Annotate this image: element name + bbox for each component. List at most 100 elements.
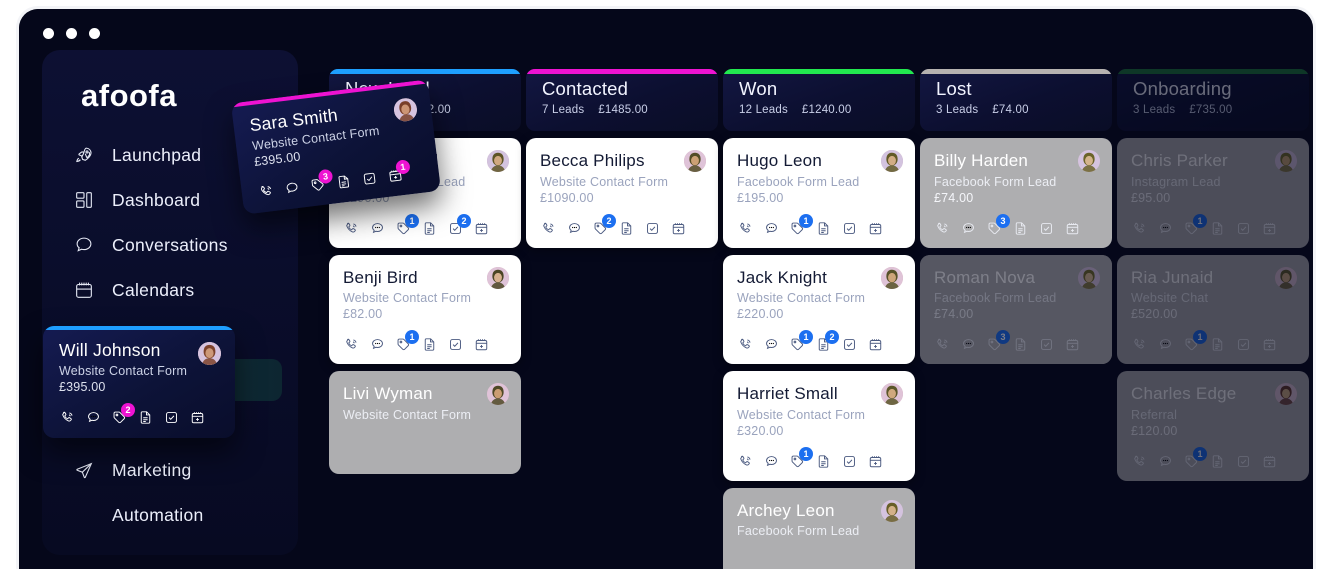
chat-icon[interactable]: [566, 220, 583, 237]
tag-icon[interactable]: 1: [789, 330, 813, 353]
tag-icon[interactable]: 1: [1183, 446, 1207, 470]
phone-icon[interactable]: [1131, 336, 1148, 353]
task-check-icon[interactable]: [841, 336, 858, 353]
calendar-plus-icon[interactable]: [867, 220, 884, 237]
opportunity-card[interactable]: Roman Nova Facebook Form Lead £74.00 3: [920, 254, 1112, 365]
opportunity-card[interactable]: Ria Junaid Website Chat £520.00 1: [1117, 254, 1309, 365]
chat-icon[interactable]: [763, 336, 780, 353]
chat-icon[interactable]: [85, 409, 102, 426]
opportunity-card[interactable]: Archey Leon Facebook Form Lead: [723, 487, 915, 569]
chat-icon[interactable]: [763, 453, 780, 470]
sidebar-item-calendars[interactable]: Calendars: [58, 269, 282, 311]
task-check-icon[interactable]: [644, 220, 661, 237]
task-check-icon[interactable]: [1235, 220, 1252, 237]
calendar-plus-icon[interactable]: [1064, 336, 1081, 353]
opportunity-card[interactable]: Harriet Small Website Contact Form £320.00…: [723, 371, 915, 481]
task-check-icon[interactable]: [1235, 336, 1252, 353]
calendar-plus-icon[interactable]: 1: [386, 159, 411, 185]
task-check-icon[interactable]: 2: [447, 213, 471, 237]
tag-icon[interactable]: 1: [1183, 330, 1207, 353]
document-icon[interactable]: [815, 453, 832, 470]
task-check-icon[interactable]: [360, 169, 379, 188]
opportunity-card[interactable]: Charles Edge Referral £120.00 1: [1117, 371, 1309, 481]
task-check-icon[interactable]: [1235, 453, 1252, 470]
opportunity-card[interactable]: Chris Parker Instagram Lead £95.00 1: [1117, 138, 1309, 248]
column-header[interactable]: Contacted 7 Leads £1485.00: [526, 69, 718, 131]
calendar-plus-icon[interactable]: [867, 336, 884, 353]
phone-icon[interactable]: [540, 220, 557, 237]
tag-icon[interactable]: 1: [395, 213, 419, 237]
tag-icon[interactable]: 1: [395, 330, 419, 353]
tag-icon[interactable]: 2: [111, 403, 135, 426]
phone-icon[interactable]: [737, 220, 754, 237]
opportunity-card[interactable]: Benji Bird Website Contact Form £82.00 1: [329, 254, 521, 365]
document-icon[interactable]: [421, 220, 438, 237]
document-icon[interactable]: [815, 220, 832, 237]
calendar-plus-icon[interactable]: [1261, 220, 1278, 237]
phone-icon[interactable]: [257, 182, 276, 201]
phone-icon[interactable]: [1131, 453, 1148, 470]
dragged-opportunity-card[interactable]: Will Johnson Website Contact Form £395.00 2: [43, 326, 235, 439]
calendar-plus-icon[interactable]: [473, 220, 490, 237]
calendar-plus-icon[interactable]: [670, 220, 687, 237]
phone-icon[interactable]: [59, 409, 76, 426]
chat-icon[interactable]: [369, 220, 386, 237]
window-dot-close[interactable]: [43, 28, 54, 39]
column-header[interactable]: Onboarding 3 Leads £735.00: [1117, 69, 1309, 131]
opportunity-card[interactable]: Billy Harden Facebook Form Lead £74.00 3: [920, 138, 1112, 248]
sidebar-item-marketing[interactable]: Marketing: [58, 449, 282, 491]
tag-icon[interactable]: 1: [789, 213, 813, 237]
phone-icon[interactable]: [737, 336, 754, 353]
calendar-plus-icon[interactable]: [1064, 220, 1081, 237]
column-header[interactable]: Won 12 Leads £1240.00: [723, 69, 915, 131]
opportunity-card[interactable]: Jack Knight Website Contact Form £220.00 1 2: [723, 254, 915, 365]
chat-icon[interactable]: [960, 336, 977, 353]
document-icon[interactable]: [334, 172, 353, 191]
calendar-plus-icon[interactable]: [473, 336, 490, 353]
sidebar-item-automation[interactable]: Automation: [58, 494, 282, 536]
chat-icon[interactable]: [1157, 336, 1174, 353]
document-icon[interactable]: [1012, 220, 1029, 237]
phone-icon[interactable]: [934, 220, 951, 237]
tag-icon[interactable]: 2: [592, 213, 616, 237]
calendar-plus-icon[interactable]: [1261, 453, 1278, 470]
task-check-icon[interactable]: [1038, 220, 1055, 237]
calendar-plus-icon[interactable]: [1261, 336, 1278, 353]
document-icon[interactable]: [1209, 336, 1226, 353]
chat-icon[interactable]: [283, 179, 302, 198]
opportunity-card[interactable]: Becca Philips Website Contact Form £1090.0…: [526, 138, 718, 248]
chat-icon[interactable]: [763, 220, 780, 237]
document-icon[interactable]: [618, 220, 635, 237]
task-check-icon[interactable]: [841, 220, 858, 237]
document-icon[interactable]: [1209, 453, 1226, 470]
task-check-icon[interactable]: [841, 453, 858, 470]
calendar-plus-icon[interactable]: [189, 409, 206, 426]
chat-icon[interactable]: [369, 336, 386, 353]
task-check-icon[interactable]: [163, 409, 180, 426]
chat-icon[interactable]: [1157, 453, 1174, 470]
window-dot-maximize[interactable]: [89, 28, 100, 39]
column-header[interactable]: Lost 3 Leads £74.00: [920, 69, 1112, 131]
phone-icon[interactable]: [934, 336, 951, 353]
phone-icon[interactable]: [343, 336, 360, 353]
sidebar-item-conversations[interactable]: Conversations: [58, 224, 282, 266]
tag-icon[interactable]: 3: [309, 168, 334, 195]
document-icon[interactable]: 2: [815, 330, 839, 353]
calendar-plus-icon[interactable]: [867, 453, 884, 470]
tag-icon[interactable]: 3: [986, 330, 1010, 353]
phone-icon[interactable]: [343, 220, 360, 237]
task-check-icon[interactable]: [447, 336, 464, 353]
chat-icon[interactable]: [960, 220, 977, 237]
task-check-icon[interactable]: [1038, 336, 1055, 353]
phone-icon[interactable]: [1131, 220, 1148, 237]
document-icon[interactable]: [421, 336, 438, 353]
document-icon[interactable]: [1209, 220, 1226, 237]
tag-icon[interactable]: 1: [789, 446, 813, 470]
opportunity-card[interactable]: Hugo Leon Facebook Form Lead £195.00 1: [723, 138, 915, 248]
window-dot-minimize[interactable]: [66, 28, 77, 39]
document-icon[interactable]: [137, 409, 154, 426]
brand-logo[interactable]: afoofa: [81, 78, 177, 114]
tag-icon[interactable]: 3: [986, 213, 1010, 237]
opportunity-card[interactable]: Livi Wyman Website Contact Form: [329, 371, 521, 475]
chat-icon[interactable]: [1157, 220, 1174, 237]
